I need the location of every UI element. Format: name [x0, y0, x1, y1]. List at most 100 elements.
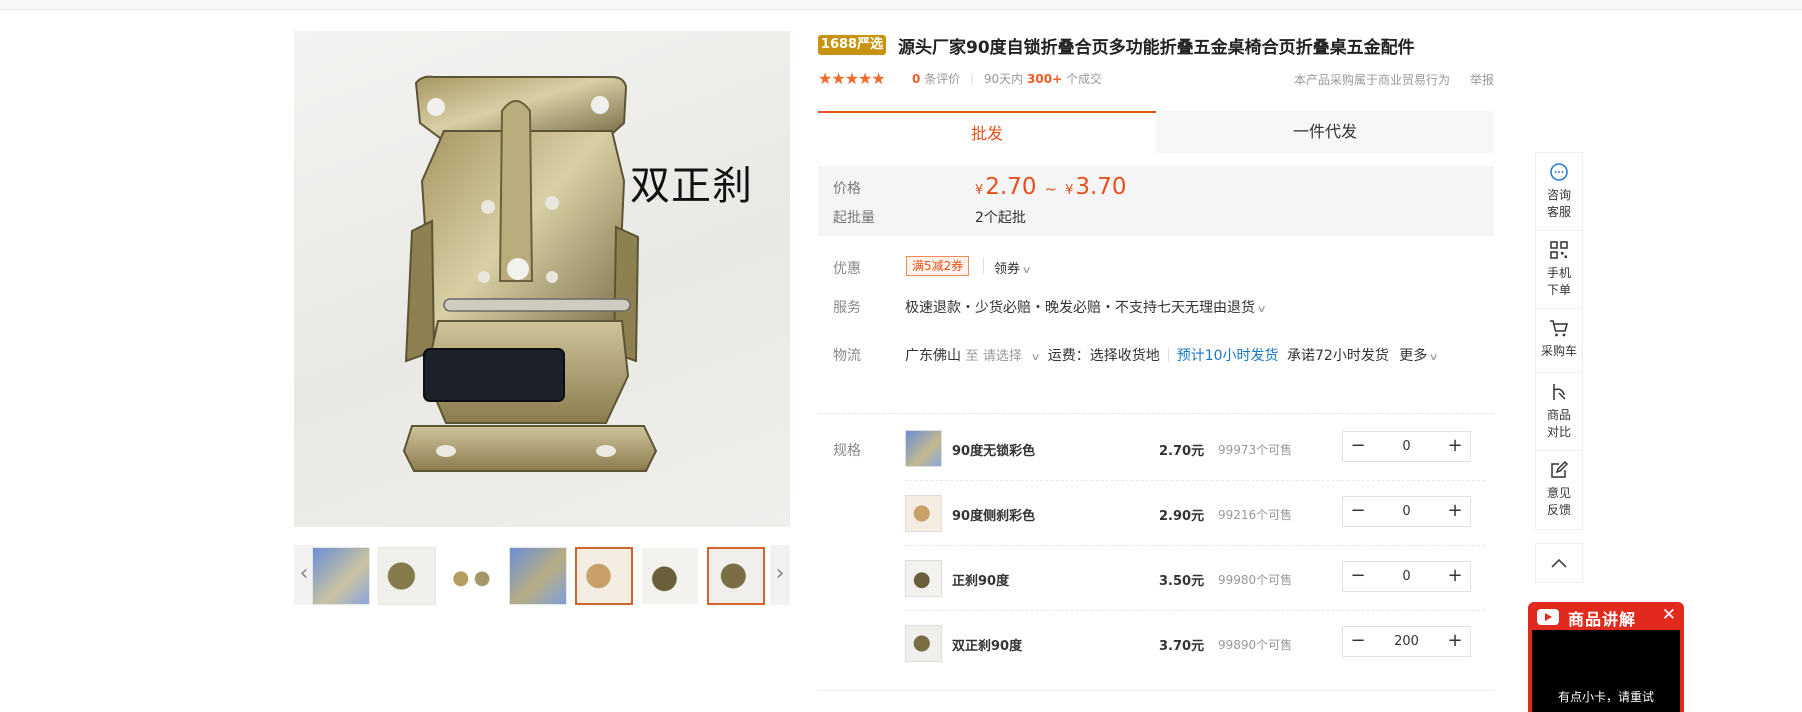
sku-stock: 99216个可售 [1218, 508, 1293, 522]
live-video[interactable]: 有点小卡，请重试 [1532, 630, 1680, 712]
thumb-prev-arrow[interactable]: ‹ [294, 545, 314, 605]
chevron-down-icon: ∨ [1021, 265, 1032, 276]
sku-name: 双正刹90度 [952, 639, 1023, 654]
compare-icon [1553, 384, 1566, 400]
thumbnail-4[interactable] [509, 547, 567, 605]
review-label[interactable]: 条评价 [924, 72, 960, 86]
chevron-down-icon: ∨ [1030, 352, 1041, 363]
destination-select[interactable]: 请选择 ∨ [982, 349, 1041, 364]
sku-row: 双正刹90度 3.70元 99890个可售 − + [905, 611, 1485, 676]
hinge-illustration [402, 75, 658, 472]
service-label: 服务 [833, 300, 861, 316]
sidebar-item-mobile-order[interactable]: 手机下单 [1536, 231, 1582, 309]
sku-price: 2.70元 [1159, 444, 1205, 459]
sku-image[interactable] [905, 560, 942, 597]
sales-prefix: 90天内 [983, 72, 1024, 86]
rating-stars: ★★★★★ [818, 69, 886, 88]
logistics-label: 物流 [833, 348, 861, 364]
sidebar-item-label: 手机下单 [1546, 266, 1571, 297]
price-box: 价格 ¥2.70 ~ ¥3.70 起批量 2个起批 [818, 166, 1494, 236]
report-area: 本产品采购属于商业贸易行为 举报 [1294, 71, 1494, 88]
live-title: 商品讲解 [1568, 610, 1637, 629]
price-high: 3.70 [1075, 174, 1127, 200]
sidebar-item-label: 商品对比 [1546, 408, 1571, 439]
quantity-stepper: − + [1342, 431, 1471, 462]
increase-button[interactable]: + [1440, 562, 1470, 591]
quantity-input[interactable] [1373, 627, 1440, 656]
sidebar-item-feedback[interactable]: 意见反馈 [1536, 451, 1582, 529]
price-label: 价格 [833, 181, 861, 197]
product-meta: 0 条评价 | 90天内 300+ 个成交 [912, 72, 1102, 86]
sku-stock: 99973个可售 [1218, 443, 1293, 457]
more-label: 更多 [1399, 348, 1428, 364]
increase-button[interactable]: + [1440, 627, 1470, 656]
decrease-button[interactable]: − [1343, 497, 1373, 526]
increase-button[interactable]: + [1440, 497, 1470, 526]
thumbnail-1[interactable] [312, 547, 370, 605]
review-count[interactable]: 0 [912, 72, 920, 86]
get-coupon-dropdown[interactable]: 领券 ∨ [994, 258, 1032, 277]
sidebar-item-cart[interactable]: 采购车 [1536, 309, 1582, 373]
shipping-eta: 预计10小时发货 [1176, 348, 1279, 364]
chat-icon [1550, 163, 1568, 181]
coupon-badge[interactable]: 满5减2券 [906, 256, 970, 276]
sku-price: 3.70元 [1159, 639, 1205, 654]
sidebar-item-label: 意见反馈 [1546, 486, 1571, 517]
floating-sidebar: 咨询客服 手机下单 采购车 商品对比 意见反馈 [1535, 152, 1583, 530]
price-range: ¥2.70 ~ ¥3.70 [975, 174, 1127, 200]
destination-placeholder: 请选择 [982, 349, 1022, 364]
quantity-input[interactable] [1373, 432, 1440, 461]
section-divider [818, 413, 1494, 414]
main-image-caption: 双正刹 [630, 163, 753, 209]
decrease-button[interactable]: − [1343, 432, 1373, 461]
currency-symbol: ¥ [1065, 183, 1074, 198]
tab-dropship[interactable]: 一件代发 [1156, 111, 1494, 153]
chevron-up-icon [1551, 558, 1567, 568]
sidebar-item-customer-service[interactable]: 咨询客服 [1536, 153, 1582, 231]
feedback-icon [1551, 460, 1569, 478]
thumbnail-2[interactable] [378, 547, 436, 605]
sales-count: 300+ [1027, 72, 1063, 86]
thumbnail-3[interactable] [443, 547, 501, 605]
increase-button[interactable]: + [1440, 432, 1470, 461]
currency-symbol: ¥ [975, 183, 984, 198]
thumbnail-6[interactable] [641, 547, 699, 605]
sku-stock: 99980个可售 [1218, 573, 1293, 587]
sidebar-item-compare[interactable]: 商品对比 [1536, 373, 1582, 451]
live-header: 商品讲解 ✕ [1528, 602, 1684, 630]
thumbnail-7[interactable] [707, 547, 765, 605]
thumbnail-strip: ‹ › [294, 545, 790, 605]
decrease-button[interactable]: − [1343, 627, 1373, 656]
quantity-stepper: − + [1342, 626, 1471, 657]
report-link[interactable]: 举报 [1470, 73, 1494, 87]
sku-price: 2.90元 [1159, 509, 1205, 524]
thumb-next-arrow[interactable]: › [770, 545, 790, 605]
close-icon[interactable]: ✕ [1662, 605, 1676, 625]
thumbnail-5[interactable] [575, 547, 633, 605]
cart-icon [1550, 320, 1568, 337]
section-divider [818, 690, 1494, 691]
quantity-input[interactable] [1373, 497, 1440, 526]
yanxuan-badge: 1688严选 [818, 35, 886, 55]
sidebar-item-label: 咨询客服 [1546, 188, 1571, 219]
service-dropdown[interactable]: 极速退款・少货必赔・晚发必赔・不支持七天无理由退货 ∨ [905, 297, 1267, 317]
quantity-input[interactable] [1373, 562, 1440, 591]
origin-city: 广东佛山 [905, 348, 961, 364]
live-explain-widget[interactable]: 商品讲解 ✕ 有点小卡，请重试 [1528, 602, 1684, 712]
tab-wholesale[interactable]: 批发 [818, 111, 1156, 153]
sku-price: 3.50元 [1159, 574, 1205, 589]
sku-image[interactable] [905, 430, 942, 467]
more-logistics-dropdown[interactable]: 更多 ∨ [1399, 348, 1439, 364]
sku-row: 90度无锁彩色 2.70元 99973个可售 − + [905, 416, 1485, 481]
to-label: 至 [965, 349, 979, 364]
promo-label: 优惠 [833, 261, 861, 277]
sku-image[interactable] [905, 495, 942, 532]
main-product-image[interactable]: 双正刹 [294, 31, 790, 527]
logistics-row: 广东佛山 至 请选择 ∨ 运费：选择收货地 预计10小时发货 承诺72小时发货 更多… [905, 345, 1439, 365]
sku-name: 90度侧刹彩色 [952, 509, 1036, 524]
sidebar-item-label: 采购车 [1540, 344, 1577, 358]
back-to-top-button[interactable] [1535, 543, 1583, 583]
sku-image[interactable] [905, 625, 942, 662]
chevron-down-icon: ∨ [1256, 304, 1267, 315]
decrease-button[interactable]: − [1343, 562, 1373, 591]
